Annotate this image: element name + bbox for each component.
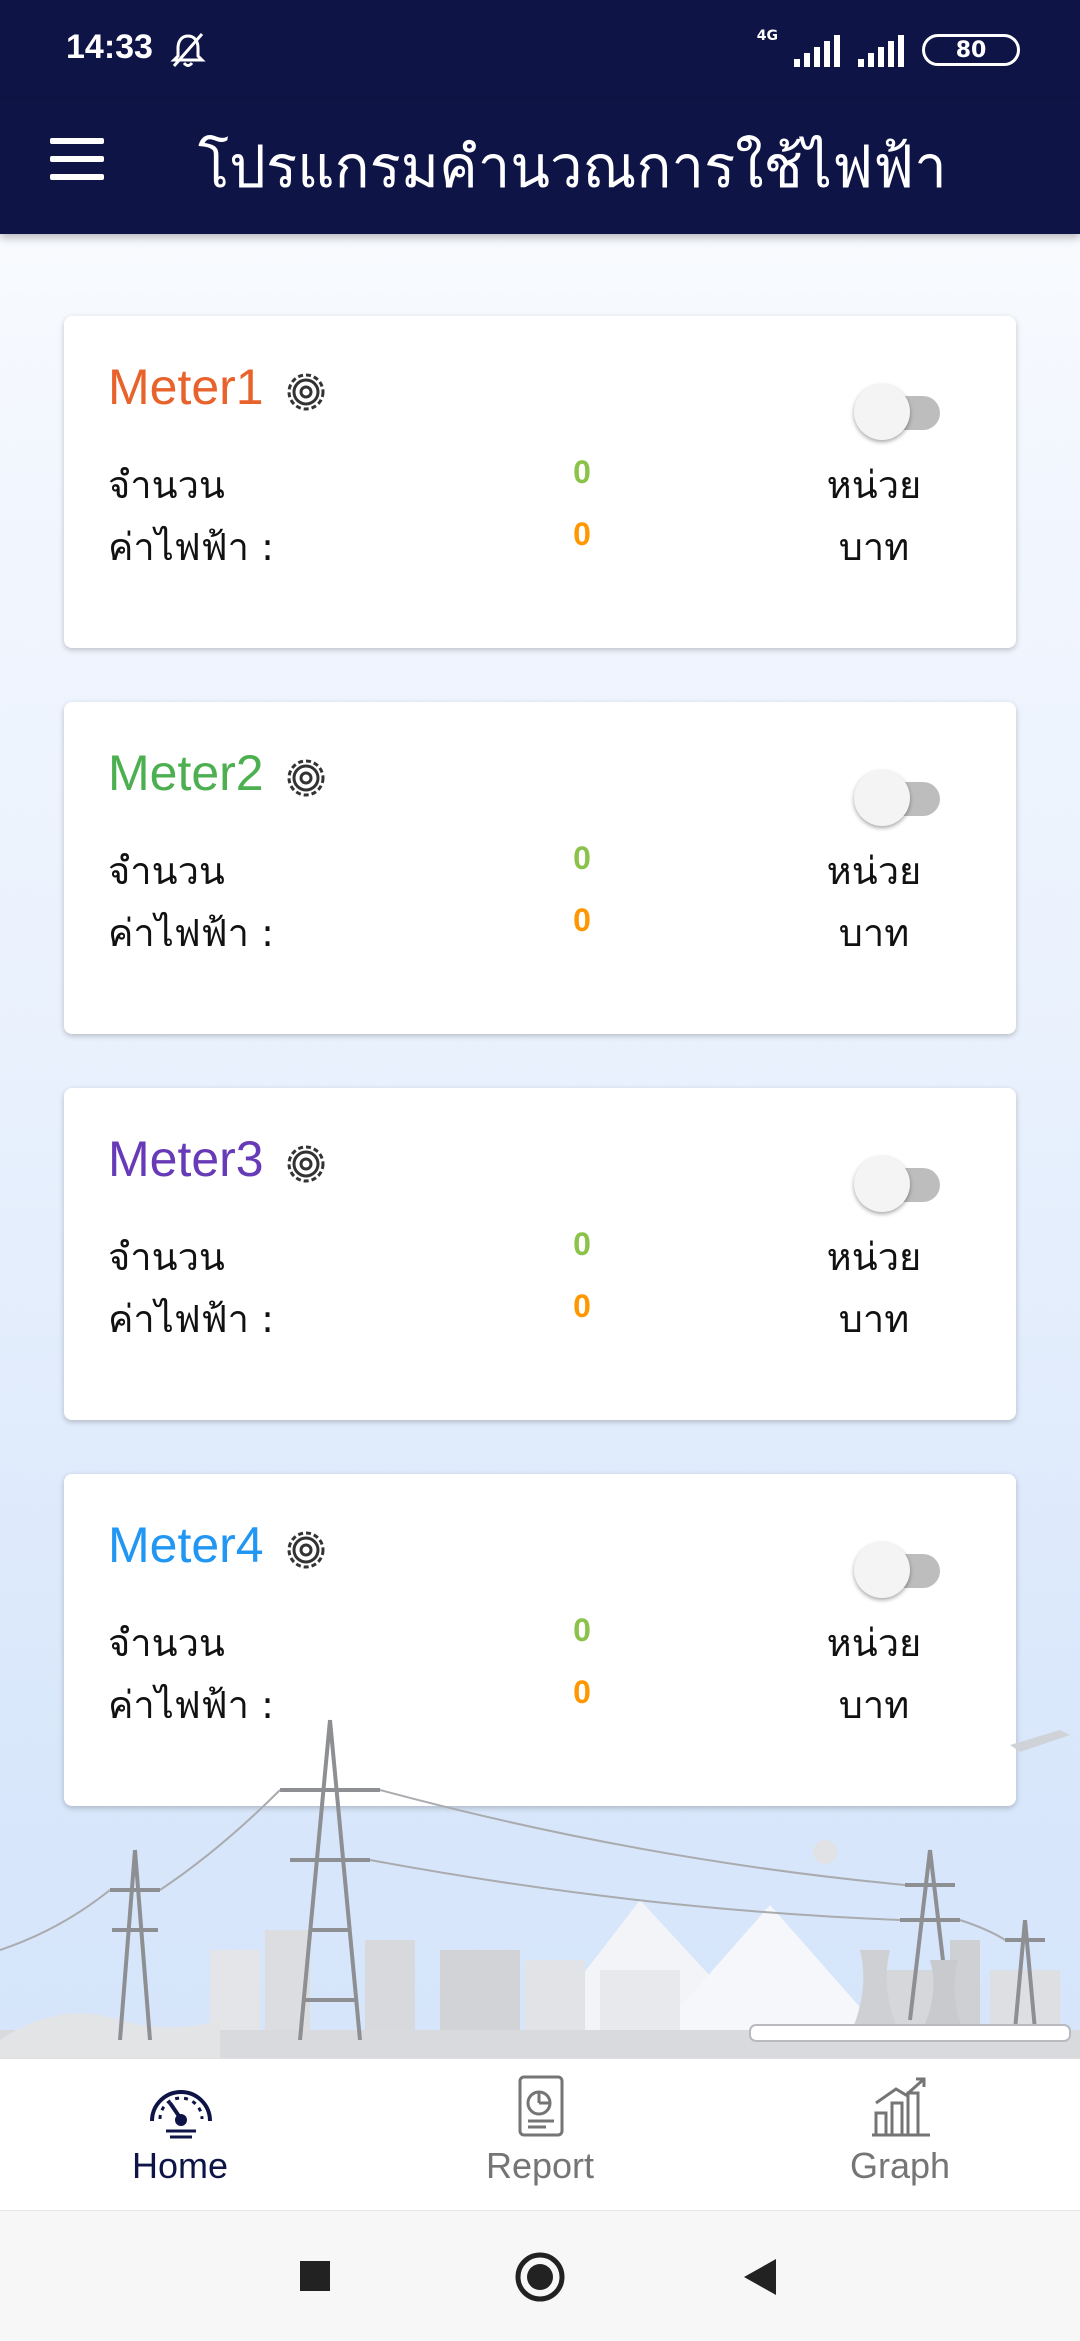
meter-toggle-switch[interactable] [854,378,944,440]
bottom-navigation: Home Report Graph [0,2058,1080,2211]
cost-suffix: บาท [838,1297,910,1341]
system-navigation-bar [0,2210,1080,2341]
cost-suffix: บาท [838,911,910,955]
units-label: จำนวน [108,849,225,893]
home-circle-icon[interactable] [514,2251,566,2303]
units-label: จำนวน [108,1621,225,1665]
settings-gear-icon[interactable] [284,370,328,414]
signal-2-icon [858,33,904,67]
cost-label: ค่าไฟฟ้า : [108,911,274,955]
meter-name: Meter1 [108,359,264,415]
status-time: 14:33 [66,28,153,66]
nav-home-label: Home [131,2145,229,2186]
meter-name: Meter4 [108,1517,264,1573]
meter-name: Meter3 [108,1131,264,1187]
nav-report[interactable]: Report [440,2059,640,2211]
units-value: 0 [573,840,591,876]
units-value: 0 [573,454,591,490]
meter-toggle-switch[interactable] [854,1150,944,1212]
hamburger-menu-icon[interactable] [50,138,104,194]
settings-gear-icon[interactable] [284,1142,328,1186]
cost-label: ค่าไฟฟ้า : [108,1297,274,1341]
battery-indicator: 80 [922,34,1020,66]
units-suffix: หน่วย [826,463,922,507]
bar-chart-icon [872,2077,930,2137]
meter-card: Meter1 จำนวน 0 หน่วยค่าไฟฟ้า : 0 บาท [64,316,1016,648]
nav-report-label: Report [485,2145,595,2186]
recents-square-icon[interactable] [298,2259,332,2293]
signal-1-icon [794,33,840,67]
cost-suffix: บาท [838,525,910,569]
status-bar: 14:33 4G 80 [0,0,1080,100]
units-label: จำนวน [108,463,225,507]
meter-toggle-switch[interactable] [854,1536,944,1598]
meter-name: Meter2 [108,745,264,801]
cost-label: ค่าไฟฟ้า : [108,525,274,569]
settings-gear-icon[interactable] [284,1528,328,1572]
nav-home[interactable]: Home [80,2059,280,2211]
meter-card: Meter2 จำนวน 0 หน่วยค่าไฟฟ้า : 0 บาท [64,702,1016,1034]
page-title: โปรแกรมคำนวณการใช้ไฟฟ้า [198,133,947,201]
cost-value: 0 [573,902,591,938]
meter-toggle-switch[interactable] [854,764,944,826]
back-triangle-icon[interactable] [742,2257,778,2297]
units-value: 0 [573,1226,591,1262]
meter-card: Meter3 จำนวน 0 หน่วยค่าไฟฟ้า : 0 บาท [64,1088,1016,1420]
muted-bell-icon [170,33,206,67]
units-value: 0 [573,1612,591,1648]
nav-graph[interactable]: Graph [800,2059,1000,2211]
network-type-label: 4G [756,28,778,44]
nav-graph-label: Graph [849,2145,951,2186]
cost-value: 0 [573,516,591,552]
settings-gear-icon[interactable] [284,756,328,800]
speedometer-icon [150,2090,212,2139]
app-bar: โปรแกรมคำนวณการใช้ไฟฟ้า [0,100,1080,234]
units-suffix: หน่วย [826,1621,922,1665]
units-suffix: หน่วย [826,1235,922,1279]
battery-level: 80 [955,37,987,63]
power-city-illustration [0,1719,1080,2060]
units-label: จำนวน [108,1235,225,1279]
report-icon [518,2075,564,2137]
units-suffix: หน่วย [826,849,922,893]
cost-value: 0 [573,1288,591,1324]
